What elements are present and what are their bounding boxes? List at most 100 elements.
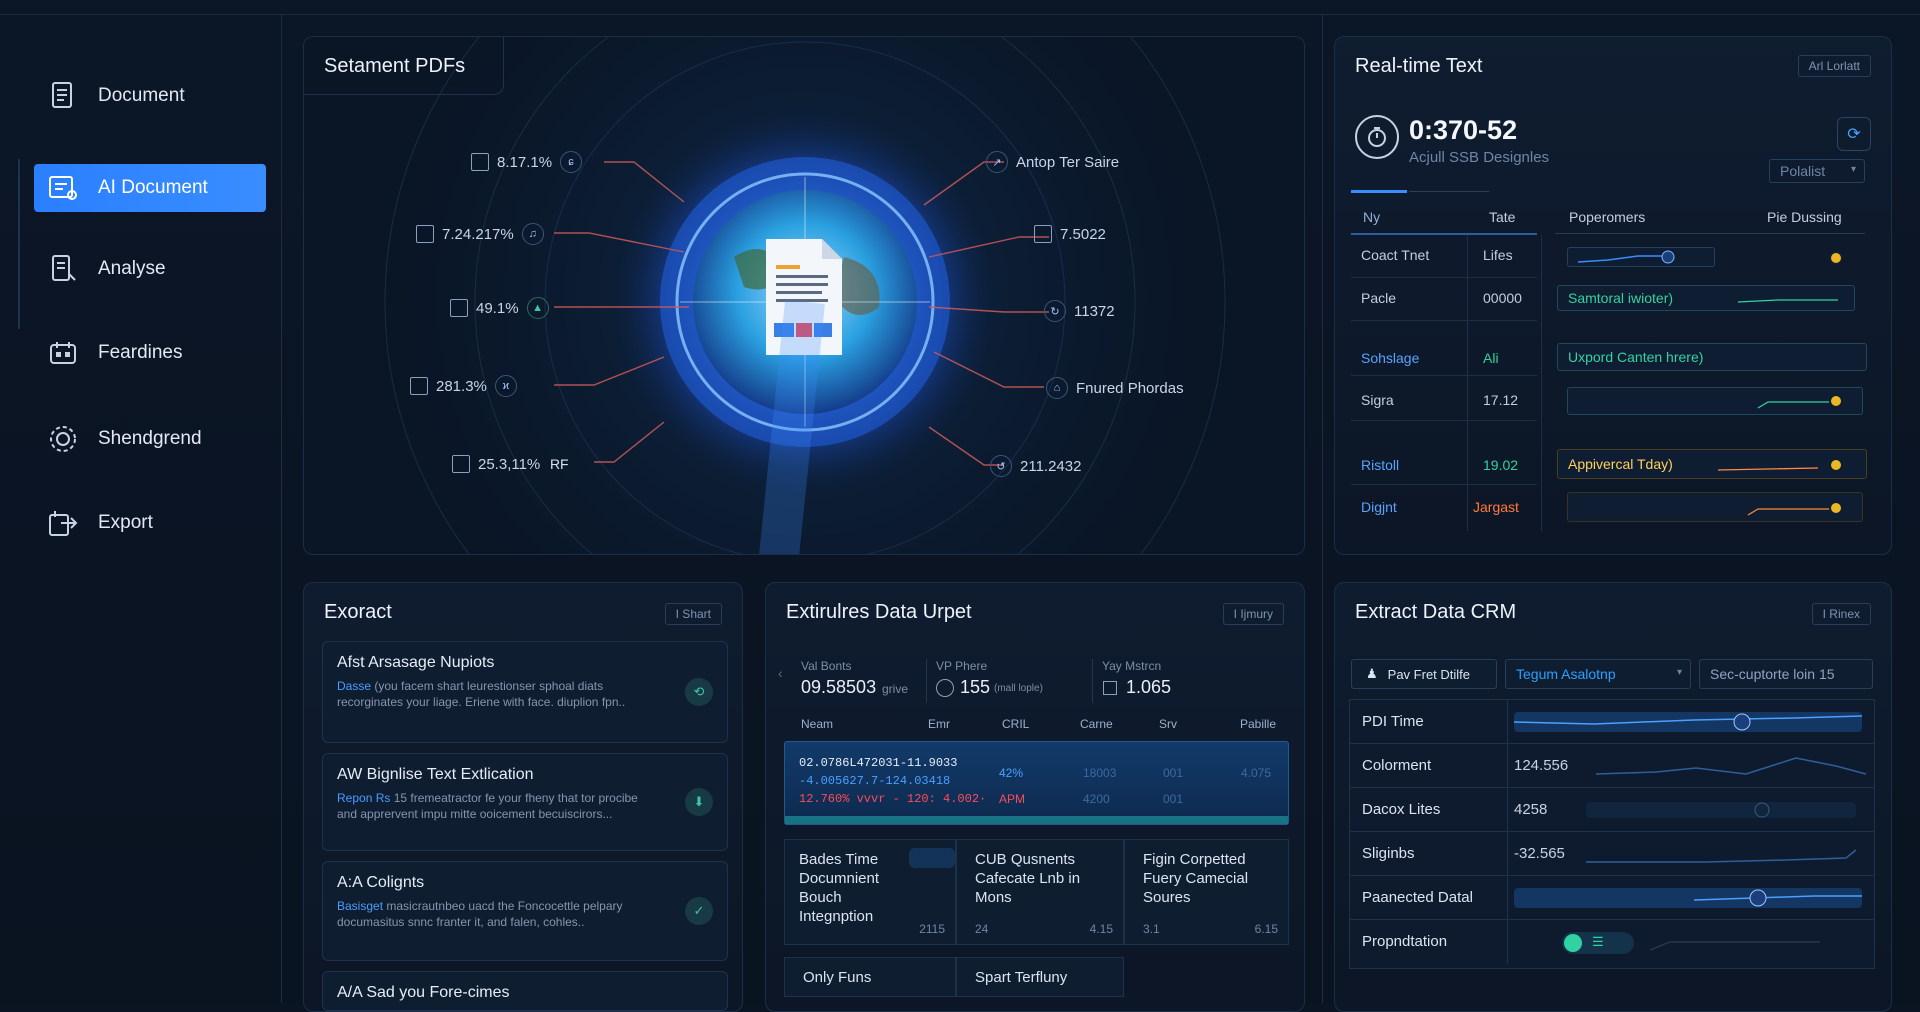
card-action-icon[interactable]: ✓: [685, 897, 713, 925]
row-value: 00000: [1483, 290, 1522, 306]
data-cell: 4200: [1083, 792, 1110, 806]
sidebar-item-label: Shendgrend: [98, 428, 202, 450]
crm-row-label: Colorment: [1362, 757, 1431, 774]
card-action-icon[interactable]: ⬇: [685, 788, 713, 816]
filter-chip-button[interactable]: I Ijmury: [1223, 603, 1284, 625]
refresh-icon[interactable]: ⟳: [1837, 117, 1871, 151]
refresh-chip-button[interactable]: I Rinex: [1812, 603, 1871, 625]
sidebar-item-export[interactable]: Export: [34, 499, 266, 547]
stat-divider: [926, 659, 927, 703]
filter-button[interactable]: ♟Pav Fret Dtilfe: [1351, 659, 1497, 689]
crm-select[interactable]: Tegum Asalotnp ▾: [1505, 659, 1691, 689]
col-header: Carne: [1080, 717, 1113, 731]
highlight-data-block[interactable]: 02.0786L472031-11.9033 42% 18003 001 4.0…: [784, 741, 1289, 825]
crm-row-label: PDI Time: [1362, 713, 1424, 730]
summary-box[interactable]: Bades Time Documnient Bouch Integnption …: [784, 839, 956, 945]
filter-button-label: Pav Fret Dtilfe: [1388, 667, 1470, 682]
stat-node-icon: ↺: [990, 455, 1012, 477]
sidebar-item-ai-document[interactable]: AI Document: [34, 164, 266, 212]
timer-subtitle: Acjull SSB Designles: [1409, 149, 1549, 166]
polalist-dropdown[interactable]: Polalist▾: [1769, 159, 1865, 183]
left-stat-value: 281.3%: [436, 378, 487, 395]
crm-row[interactable]: Colorment 124.556: [1350, 744, 1874, 788]
row-bar: Appivercal Tday): [1557, 449, 1867, 479]
left-stat-3: 49.1% ▲: [450, 297, 549, 319]
left-stat-2: 7.24.217% ♫: [416, 223, 544, 245]
chip-label: I Rinex: [1823, 607, 1860, 621]
row-bar: [1567, 387, 1863, 415]
export-icon: [46, 506, 80, 540]
right-stat-5: ↺ 211.2432: [990, 455, 1081, 477]
extract-card[interactable]: AW Bignlise Text Extlication Repon Rs 15…: [322, 753, 728, 851]
stat-value: 1.065: [1126, 677, 1171, 698]
summary-text: CUB Qusnents Cafecate Lnb in Mons: [975, 850, 1115, 907]
sidebar-item-feardines[interactable]: Feardines: [34, 329, 266, 377]
col-header: Poperomers: [1569, 209, 1645, 225]
stat-node-icon: ↗: [986, 151, 1008, 173]
row-value: 19.02: [1483, 457, 1518, 473]
settings-gear-icon: [46, 422, 80, 456]
sidebar-item-document[interactable]: Document: [34, 72, 266, 120]
chip-label: I Shart: [676, 607, 711, 621]
column-divider: [1322, 14, 1323, 1003]
card-title: A:A Colignts: [337, 874, 424, 892]
bottom-tab-label: Only Funs: [803, 969, 871, 986]
highlight-bar: [785, 816, 1288, 824]
stat-node-icon: ▲: [527, 297, 549, 319]
data-cell: 4.075: [1241, 766, 1271, 780]
chevron-left-icon[interactable]: ‹: [778, 665, 783, 681]
crm-row[interactable]: Sliginbs -32.565: [1350, 832, 1874, 876]
stat-label: VP Phere: [936, 659, 987, 673]
timer-value: 0:370-52: [1409, 115, 1517, 146]
card-lead: Basisget: [337, 899, 383, 913]
top-divider: [0, 14, 1920, 15]
data-cell: 42%: [999, 766, 1023, 780]
row-sparkline: [1596, 744, 1866, 788]
extract-card[interactable]: A:A Colignts Basisget masicrautnbeo uacd…: [322, 861, 728, 961]
target-icon: [936, 679, 954, 697]
left-stat-value: 7.24.217%: [442, 226, 514, 243]
realtime-chip-button[interactable]: Arl Lorlatt: [1798, 55, 1871, 77]
bottom-tab[interactable]: Spart Terfluny: [956, 957, 1124, 997]
panel-title: Extirulres Data Urpet: [786, 601, 972, 624]
row-divider: [1507, 876, 1508, 920]
crm-row-value: 124.556: [1514, 757, 1568, 774]
crm-row[interactable]: Dacox Lites 4258: [1350, 788, 1874, 832]
sort-chip-button[interactable]: I Shart: [665, 603, 722, 625]
card-lead: Dasse: [337, 679, 371, 693]
sidebar-track: [18, 159, 20, 329]
stat-divider: [1092, 659, 1093, 703]
toggle-switch[interactable]: ☰: [1562, 932, 1634, 954]
crm-row[interactable]: PDI Time: [1350, 700, 1874, 744]
stat-label: Yay Mstrcn: [1102, 659, 1161, 673]
summary-box[interactable]: Figin Corpetted Fuery Camecial Soures 3.…: [1124, 839, 1289, 945]
col-header: Ny: [1363, 209, 1380, 225]
summary-box[interactable]: CUB Qusnents Cafecate Lnb in Mons 24 4.1…: [956, 839, 1124, 945]
card-action-icon[interactable]: ⟲: [685, 678, 713, 706]
card-body: Basisget masicrautnbeo uacd the Foncocet…: [337, 898, 657, 930]
row-slider[interactable]: [1567, 247, 1715, 267]
col-header: Srv: [1159, 717, 1177, 731]
sidebar-item-analyse[interactable]: Analyse: [34, 245, 266, 293]
chart-icon: [452, 455, 470, 473]
left-stat-value: 25.3,11%: [478, 456, 540, 473]
chart-icon: [410, 377, 428, 395]
sidebar-item-label: Feardines: [98, 342, 183, 364]
bottom-tab[interactable]: Only Funs: [784, 957, 956, 997]
left-stat-1: 8.17.1% ɕ: [471, 151, 582, 173]
stat-node-icon: ♫: [522, 223, 544, 245]
crm-row[interactable]: Paanected Datal: [1350, 876, 1874, 920]
crm-row[interactable]: Propndtation ☰: [1350, 920, 1874, 964]
crm-table: PDI Time Colorment 124.556 Dacox Lites 4…: [1349, 699, 1875, 969]
crm-filter-input[interactable]: Sec-cuptorte loin 15: [1699, 659, 1873, 689]
extract-card[interactable]: Afst Arsasage Nupiots Dasse (you facem s…: [322, 641, 728, 743]
sidebar: Document AI Document Analyse Feardines S: [0, 14, 282, 1003]
extract-panel: Exoract I Shart Afst Arsasage Nupiots Da…: [303, 582, 743, 1012]
row-divider: [1507, 788, 1508, 832]
row-sparkline: [1586, 832, 1866, 876]
stat-node-icon: ɕ: [560, 151, 582, 173]
col-header: Tate: [1489, 209, 1515, 225]
app-frame: Document AI Document Analyse Feardines S: [0, 0, 1920, 1003]
sidebar-item-shendgrend[interactable]: Shendgrend: [34, 415, 266, 463]
extract-card[interactable]: A/A Sad you Fore-cimes: [322, 971, 728, 1011]
